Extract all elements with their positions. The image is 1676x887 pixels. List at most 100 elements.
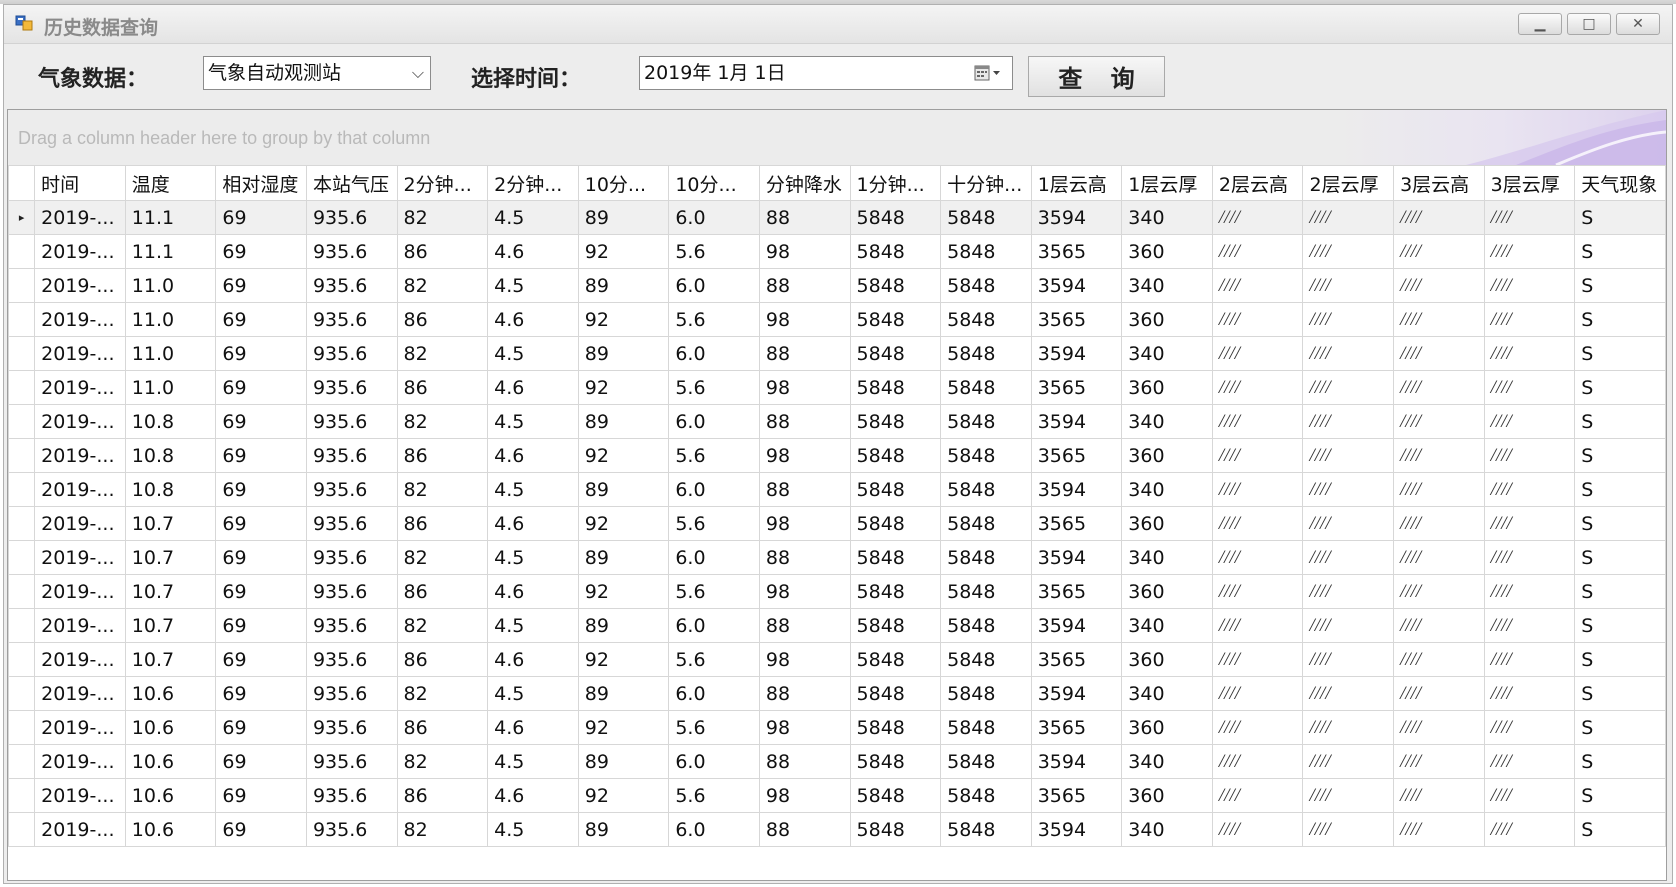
row-indicator[interactable] xyxy=(8,744,36,779)
table-cell[interactable]: 98 xyxy=(758,642,851,677)
table-cell[interactable]: 5848 xyxy=(849,302,942,337)
table-cell[interactable]: 10.6 xyxy=(124,812,217,847)
table-cell[interactable]: 4.6 xyxy=(487,438,579,473)
column-header[interactable]: 3层云厚 xyxy=(1483,165,1576,201)
table-cell[interactable]: 4.6 xyxy=(487,778,579,813)
minimize-button[interactable]: ▁ xyxy=(1518,13,1562,35)
table-cell[interactable]: 98 xyxy=(758,234,851,269)
table-cell[interactable]: //// xyxy=(1393,710,1485,745)
table-cell[interactable]: 2019-... xyxy=(34,268,126,303)
table-cell[interactable]: 11.1 xyxy=(124,200,217,235)
table-cell[interactable]: 3565 xyxy=(1030,370,1123,405)
table-cell[interactable]: 69 xyxy=(215,472,307,507)
table-cell[interactable]: 5848 xyxy=(849,574,942,609)
table-cell[interactable]: 2019-... xyxy=(34,710,126,745)
table-cell[interactable]: 2019-... xyxy=(34,540,126,575)
table-cell[interactable]: 82 xyxy=(396,744,489,779)
table-cell[interactable]: 11.0 xyxy=(124,370,217,405)
table-cell[interactable]: //// xyxy=(1302,642,1395,677)
table-cell[interactable]: 10.6 xyxy=(124,710,217,745)
table-cell[interactable]: //// xyxy=(1393,540,1485,575)
table-cell[interactable]: 340 xyxy=(1121,744,1213,779)
table-cell[interactable]: 5848 xyxy=(940,234,1032,269)
table-cell[interactable]: 5848 xyxy=(849,438,942,473)
table-cell[interactable]: 86 xyxy=(396,438,489,473)
table-cell[interactable]: 5.6 xyxy=(668,710,760,745)
table-cell[interactable]: //// xyxy=(1211,268,1304,303)
table-cell[interactable]: 3565 xyxy=(1030,438,1123,473)
table-cell[interactable]: 340 xyxy=(1121,676,1213,711)
table-cell[interactable]: 935.6 xyxy=(305,574,398,609)
table-cell[interactable]: //// xyxy=(1483,812,1576,847)
table-cell[interactable]: 10.7 xyxy=(124,608,217,643)
table-cell[interactable]: 5848 xyxy=(849,778,942,813)
table-cell[interactable]: 3594 xyxy=(1030,268,1123,303)
table-cell[interactable]: //// xyxy=(1302,540,1395,575)
table-cell[interactable]: //// xyxy=(1393,574,1485,609)
table-cell[interactable]: 86 xyxy=(396,778,489,813)
table-cell[interactable]: 4.6 xyxy=(487,642,579,677)
row-indicator[interactable] xyxy=(8,676,36,711)
table-cell[interactable]: 5.6 xyxy=(668,302,760,337)
table-cell[interactable]: //// xyxy=(1483,778,1576,813)
table-cell[interactable]: S xyxy=(1574,710,1666,745)
table-cell[interactable]: S xyxy=(1574,200,1666,235)
table-cell[interactable]: 5848 xyxy=(849,812,942,847)
table-cell[interactable]: 86 xyxy=(396,710,489,745)
table-cell[interactable]: //// xyxy=(1483,710,1576,745)
column-header[interactable]: 10分... xyxy=(668,165,760,201)
table-cell[interactable]: 4.6 xyxy=(487,574,579,609)
table-cell[interactable]: //// xyxy=(1211,676,1304,711)
row-indicator[interactable] xyxy=(8,642,36,677)
table-cell[interactable]: 935.6 xyxy=(305,302,398,337)
row-indicator[interactable] xyxy=(8,302,36,337)
table-cell[interactable]: 4.6 xyxy=(487,506,579,541)
table-cell[interactable]: 98 xyxy=(758,506,851,541)
table-cell[interactable]: 98 xyxy=(758,302,851,337)
table-cell[interactable]: 6.0 xyxy=(668,608,760,643)
table-cell[interactable]: 2019-... xyxy=(34,506,126,541)
table-row[interactable]: 2019-... 11.1 69 935.6 86 4.6 92 5.6 98 5848 5848 3… xyxy=(8,234,1666,269)
table-cell[interactable]: //// xyxy=(1393,438,1485,473)
table-cell[interactable]: 5848 xyxy=(940,268,1032,303)
table-cell[interactable]: //// xyxy=(1393,336,1485,371)
table-row[interactable]: 2019-... 10.7 69 935.6 86 4.6 92 5.6 98 5848 5848 3… xyxy=(8,506,1666,541)
table-cell[interactable]: 6.0 xyxy=(668,200,760,235)
row-indicator[interactable] xyxy=(8,574,36,609)
table-cell[interactable]: //// xyxy=(1211,472,1304,507)
table-cell[interactable]: 935.6 xyxy=(305,506,398,541)
table-cell[interactable]: 6.0 xyxy=(668,268,760,303)
table-cell[interactable]: 340 xyxy=(1121,268,1213,303)
table-cell[interactable]: 92 xyxy=(577,302,670,337)
table-cell[interactable]: 82 xyxy=(396,200,489,235)
data-grid[interactable]: Drag a column header here to group by th… xyxy=(7,109,1667,881)
table-cell[interactable]: 5848 xyxy=(849,642,942,677)
table-cell[interactable]: 3565 xyxy=(1030,778,1123,813)
table-cell[interactable]: 69 xyxy=(215,812,307,847)
table-cell[interactable]: 5848 xyxy=(940,540,1032,575)
table-cell[interactable]: 935.6 xyxy=(305,370,398,405)
table-cell[interactable]: S xyxy=(1574,370,1666,405)
table-row[interactable]: 2019-... 10.8 69 935.6 82 4.5 89 6.0 88 5848 5848 3… xyxy=(8,472,1666,507)
table-cell[interactable]: 935.6 xyxy=(305,642,398,677)
table-cell[interactable]: //// xyxy=(1483,438,1576,473)
table-cell[interactable]: 10.7 xyxy=(124,574,217,609)
table-cell[interactable]: 3565 xyxy=(1030,642,1123,677)
date-picker[interactable]: 2019年 1月 1日 xyxy=(639,56,1013,90)
table-cell[interactable]: 89 xyxy=(577,336,670,371)
table-cell[interactable]: //// xyxy=(1211,200,1304,235)
table-cell[interactable]: S xyxy=(1574,438,1666,473)
table-cell[interactable]: 5.6 xyxy=(668,574,760,609)
table-cell[interactable]: 10.6 xyxy=(124,778,217,813)
table-cell[interactable]: //// xyxy=(1393,676,1485,711)
table-cell[interactable]: 935.6 xyxy=(305,438,398,473)
table-cell[interactable]: 340 xyxy=(1121,608,1213,643)
table-cell[interactable]: //// xyxy=(1302,370,1395,405)
table-cell[interactable]: S xyxy=(1574,676,1666,711)
column-header[interactable]: 2层云厚 xyxy=(1302,165,1395,201)
column-header[interactable]: 3层云高 xyxy=(1393,165,1485,201)
table-cell[interactable]: 4.5 xyxy=(487,268,579,303)
table-cell[interactable]: S xyxy=(1574,404,1666,439)
table-cell[interactable]: //// xyxy=(1211,642,1304,677)
table-cell[interactable]: 2019-... xyxy=(34,812,126,847)
